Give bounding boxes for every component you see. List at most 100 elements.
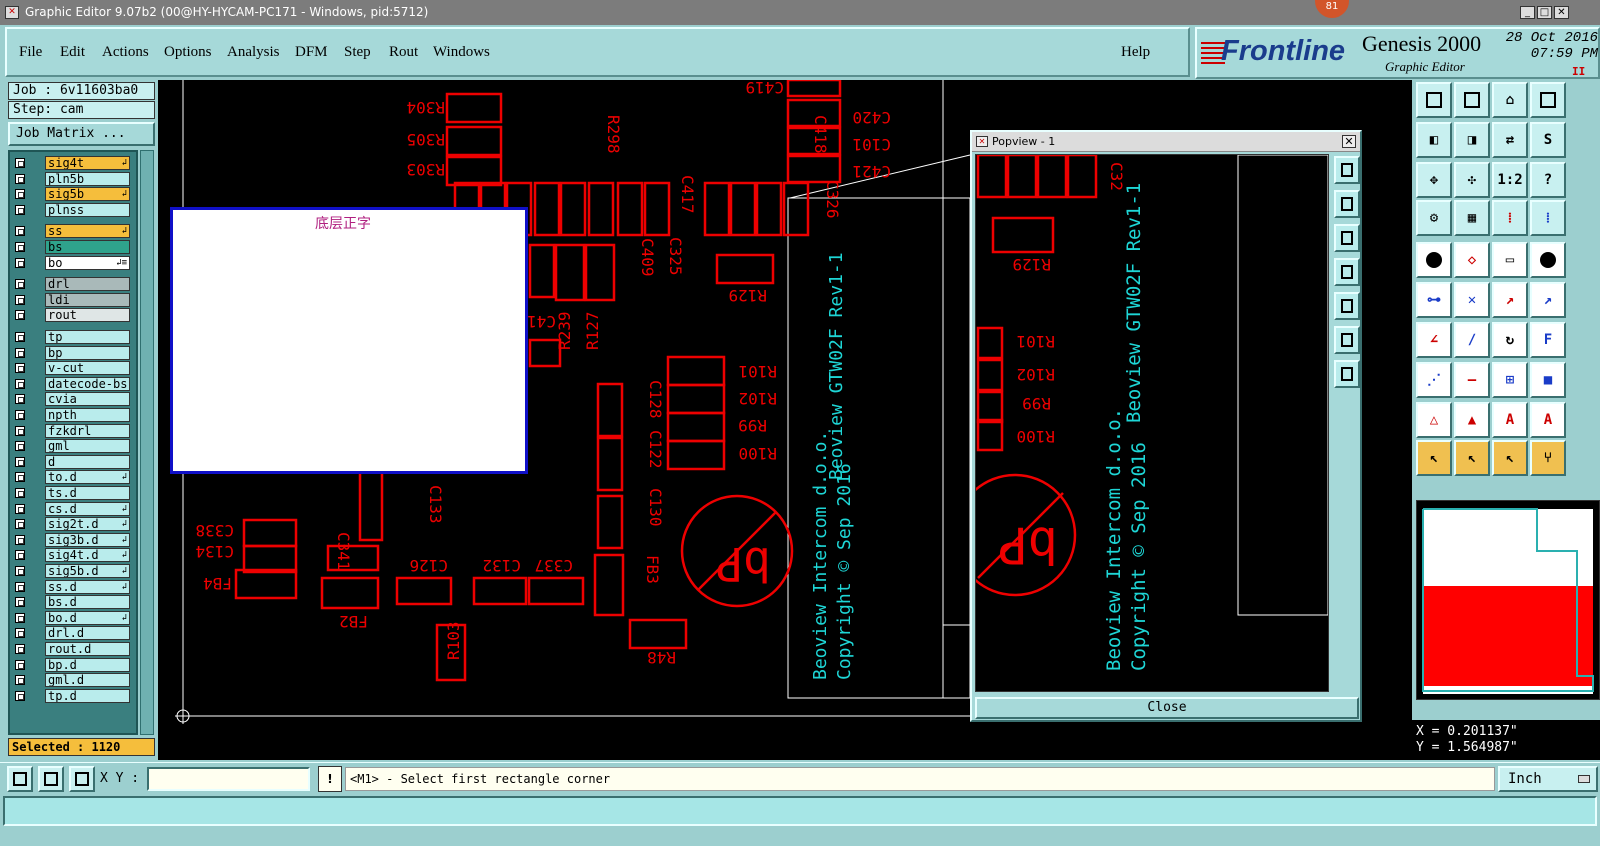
layer-checkbox[interactable]	[15, 310, 25, 321]
triangle-icon[interactable]: △	[1416, 402, 1452, 438]
layer-row-gml[interactable]: gml	[15, 439, 130, 454]
layer-row-bs.d[interactable]: bs.d	[15, 595, 130, 610]
zoom-fit-icon[interactable]: ✥	[1416, 162, 1452, 198]
layer-row-tp.d[interactable]: tp.d	[15, 688, 130, 703]
layer-row-bp[interactable]: bp	[15, 345, 130, 360]
layer-row-sig4t.d[interactable]: sig4t.d ↲	[15, 548, 130, 563]
palette-icon[interactable]: ⚙	[1416, 200, 1452, 236]
layer-name[interactable]: sig4t ↲	[45, 156, 130, 170]
save-icon[interactable]	[1416, 82, 1452, 118]
layer-row-drl.d[interactable]: drl.d	[15, 626, 130, 641]
layer-checkbox[interactable]	[15, 363, 25, 374]
maximize-button[interactable]: □	[1537, 6, 1552, 19]
move-node-icon[interactable]: ↗	[1492, 282, 1528, 318]
pointer-select-icon[interactable]: ↖	[1454, 440, 1490, 476]
line-blue-icon[interactable]: ∕	[1454, 322, 1490, 358]
one-to-two-icon[interactable]: 1:2	[1492, 162, 1528, 198]
s-curve-icon[interactable]: S	[1530, 122, 1566, 158]
layer-row-ldi[interactable]: ldi	[15, 292, 130, 307]
layer-checkbox[interactable]	[15, 394, 25, 405]
canvas-note-popup[interactable]: 底层正字	[170, 207, 528, 474]
layer-name[interactable]: drl	[45, 277, 130, 292]
popview-down-button[interactable]	[1334, 224, 1360, 252]
layer-row-sig5b.d[interactable]: sig5b.d ↲	[15, 564, 130, 578]
ruler-icon[interactable]: ▭	[1492, 242, 1528, 278]
menu-file[interactable]: File	[19, 44, 42, 61]
popview-close-button[interactable]: Close	[975, 697, 1359, 719]
grid-icon[interactable]: ▦	[1454, 200, 1490, 236]
popview-title-bar[interactable]: ✕ Popview - 1 ✕	[972, 132, 1360, 152]
layer-name[interactable]: bo ↲≡	[45, 255, 130, 270]
layer-row-d[interactable]: d	[15, 454, 130, 469]
layer-checkbox[interactable]	[15, 456, 25, 467]
menu-windows[interactable]: Windows	[433, 44, 490, 61]
warning-button[interactable]: !	[318, 766, 342, 792]
layer-name[interactable]: drl.d	[45, 626, 130, 641]
layer-checkbox[interactable]	[15, 204, 25, 215]
layer-checkbox[interactable]	[15, 690, 25, 701]
swap-icon[interactable]: ⇄	[1492, 122, 1528, 158]
help-icon[interactable]: ?	[1530, 162, 1566, 198]
menu-step[interactable]: Step	[344, 44, 371, 61]
text-a-icon[interactable]: A	[1492, 402, 1528, 438]
popview-fit-button[interactable]	[1334, 326, 1360, 354]
shape-icon[interactable]: ◇	[1454, 242, 1490, 278]
layer-list-scrollbar[interactable]	[140, 150, 154, 735]
layer-name[interactable]: sig3b.d ↲	[45, 532, 130, 547]
layer-row-sig5b[interactable]: sig5b ↲	[15, 187, 130, 202]
layer-row-plnss[interactable]: plnss	[15, 202, 130, 217]
window-icon[interactable]	[1530, 82, 1566, 118]
layer-checkbox[interactable]	[15, 332, 25, 342]
layer-name[interactable]: ldi	[45, 292, 130, 307]
layer-row-bs[interactable]: bs	[15, 240, 130, 254]
layer-checkbox[interactable]	[15, 257, 25, 268]
pointer-tree-icon[interactable]: ⑂	[1530, 440, 1566, 476]
pan-right-icon[interactable]: ◨	[1454, 122, 1490, 158]
zoom-home-icon[interactable]: ✣	[1454, 162, 1490, 198]
angle-mode-icon[interactable]	[38, 766, 64, 792]
node-icon[interactable]: ⊶	[1416, 282, 1452, 318]
layer-checkbox[interactable]	[15, 173, 25, 184]
popview-canvas[interactable]: C32 R129 R101 R102 R99 R100 bP Beoview G…	[953, 153, 1329, 692]
layer-checkbox[interactable]	[15, 566, 25, 576]
layer-row-npth[interactable]: npth	[15, 408, 130, 422]
layer-name[interactable]: tp.d	[45, 688, 130, 703]
layer-name[interactable]: bp	[45, 345, 130, 360]
download-icon[interactable]	[1454, 82, 1490, 118]
layer-row-fzkdrl[interactable]: fzkdrl	[15, 423, 130, 438]
menu-actions[interactable]: Actions	[102, 44, 149, 61]
layer-name[interactable]: sig2t.d ↲	[45, 517, 130, 532]
home-icon[interactable]: ⌂	[1492, 82, 1528, 118]
layer-name[interactable]: cvia	[45, 392, 130, 407]
xy-input[interactable]	[147, 767, 310, 791]
layer-row-cs.d[interactable]: cs.d ↲	[15, 501, 130, 516]
layer-row-tp[interactable]: tp	[15, 330, 130, 344]
layer-name[interactable]: sig4t.d ↲	[45, 548, 130, 563]
line-red-icon[interactable]: ∠	[1416, 322, 1452, 358]
layer-row-bo[interactable]: bo ↲≡	[15, 255, 130, 270]
layer-checkbox[interactable]	[15, 410, 25, 420]
pad-icon[interactable]	[1416, 242, 1452, 278]
menu-options[interactable]: Options	[164, 44, 212, 61]
layer-checkbox[interactable]	[15, 441, 25, 452]
layer-name[interactable]: bs.d	[45, 595, 130, 610]
layer-name[interactable]: ss.d ↲	[45, 579, 130, 594]
layer-row-bo.d[interactable]: bo.d ↲	[15, 610, 130, 625]
layer-checkbox[interactable]	[15, 503, 25, 514]
menu-edit[interactable]: Edit	[60, 44, 85, 61]
layer-name[interactable]: tp	[45, 330, 130, 344]
overview-minimap[interactable]	[1416, 500, 1600, 700]
layer-row-to.d[interactable]: to.d ↲	[15, 470, 130, 485]
layer-checkbox[interactable]	[15, 612, 25, 623]
minimize-button[interactable]: _	[1520, 6, 1535, 19]
layer-row-rout[interactable]: rout	[15, 308, 130, 323]
layer-checkbox[interactable]	[15, 675, 25, 686]
layer-name[interactable]: gml	[45, 439, 130, 454]
units-select[interactable]: Inch	[1498, 766, 1598, 792]
layer-name[interactable]: datecode-bs	[45, 376, 130, 391]
close-window-button[interactable]: ✕	[1554, 6, 1569, 19]
layer-name[interactable]: rout.d	[45, 642, 130, 656]
triangle2-icon[interactable]: ▲	[1454, 402, 1490, 438]
layer-name[interactable]: ss ↲	[45, 224, 130, 239]
layer-name[interactable]: fzkdrl	[45, 423, 130, 438]
